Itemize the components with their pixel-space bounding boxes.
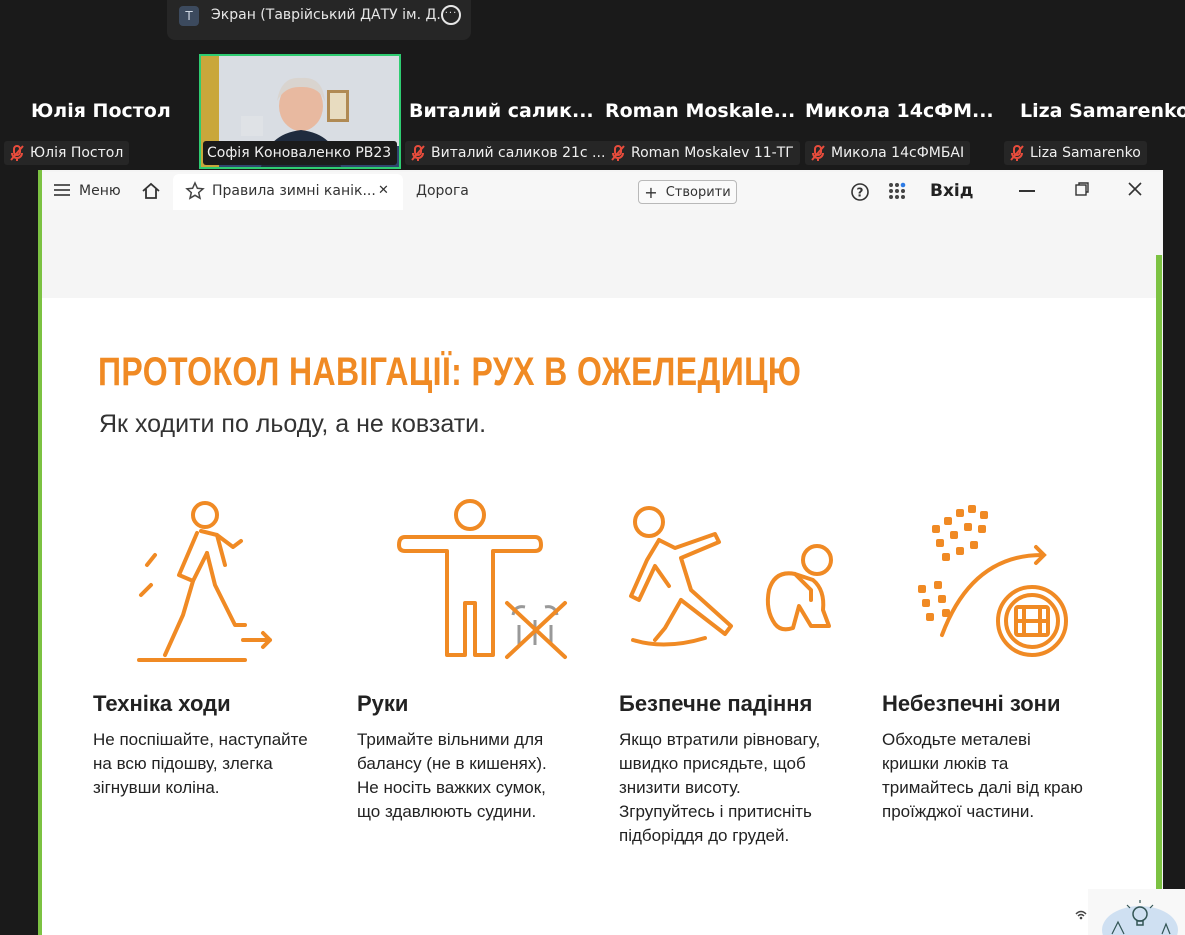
- column-title: Безпечне падіння: [619, 691, 813, 716]
- column-text: Обходьте металеві кришки люків та тримай…: [882, 728, 1083, 824]
- text-line: на всю підошву, злегка: [93, 754, 273, 773]
- green-accent-bar: [1156, 255, 1162, 935]
- tab-doroha[interactable]: Дорога: [416, 183, 469, 199]
- tab-close-icon[interactable]: ✕: [378, 183, 389, 198]
- participant-name-4: Roman Moskale...: [605, 100, 796, 122]
- participant-tag-1: Юлія Постол: [4, 141, 130, 165]
- mic-muted-icon: [411, 145, 425, 161]
- create-label: Створити: [665, 184, 731, 200]
- home-icon[interactable]: [140, 180, 162, 206]
- slide-title: ПРОТОКОЛ НАВІГАЦІЇ: РУХ В ОЖЕЛЕДИЦЮ: [98, 350, 802, 394]
- arms-out-person-icon: [397, 499, 567, 659]
- mic-muted-icon: [611, 145, 625, 161]
- wifi-icon: [1075, 910, 1087, 920]
- lightbulb-logo-icon: [1102, 900, 1178, 935]
- participant-name-6: Liza Samarenko: [1020, 100, 1185, 122]
- text-line: проїжджої частини.: [882, 802, 1035, 821]
- more-options-icon[interactable]: ···: [441, 5, 461, 25]
- participant-tag-5: Микола 14сФМБАІ: [805, 141, 971, 165]
- share-title: Экран (Таврійський ДАТУ ім. Д.: [211, 7, 441, 23]
- participant-tag-2: Софія Коноваленко РВ23: [203, 141, 398, 165]
- text-line: зігнувши коліна.: [93, 778, 220, 797]
- column-text: Якщо втратили рівновагу, швидко присядьт…: [619, 728, 820, 848]
- star-icon[interactable]: [185, 181, 205, 205]
- text-line: балансу (не в кишенях).: [357, 754, 547, 773]
- falling-and-crouching-icon: [629, 506, 833, 647]
- participant-tag-6: Liza Samarenko: [1004, 141, 1147, 165]
- text-line: Не поспішайте, наступайте: [93, 730, 308, 749]
- participant-tag-label: Микола 14сФМБАІ: [831, 145, 965, 161]
- participant-tag-label: Roman Moskalev 11-ТГ: [631, 145, 794, 161]
- slide-subtitle: Як ходити по льоду, а не ковзати.: [99, 410, 487, 438]
- apps-grid-icon[interactable]: [887, 181, 907, 205]
- participant-tag-label: Liza Samarenko: [1030, 145, 1141, 161]
- text-line: Тримайте вільними для: [357, 730, 544, 749]
- text-line: Не носіть важких сумок,: [357, 778, 546, 797]
- close-window-icon[interactable]: [1127, 181, 1143, 201]
- text-line: швидко присядьте, щоб: [619, 754, 806, 773]
- mic-muted-icon: [811, 145, 825, 161]
- walking-person-icon: [137, 501, 272, 662]
- text-line: Обходьте металеві: [882, 730, 1031, 749]
- text-line: Якщо втратили рівновагу,: [619, 730, 821, 749]
- participant-tag-label: Виталий саликов 21с ...: [431, 145, 606, 161]
- slide-header-band: [42, 210, 1162, 298]
- create-button[interactable]: + Створити: [638, 180, 737, 204]
- menu-icon[interactable]: [53, 182, 73, 198]
- tab-active-label: Правила зимні канік...: [212, 183, 376, 199]
- participant-tag-label: Софія Коноваленко РВ23: [207, 145, 392, 161]
- column-title: Небезпечні зони: [882, 691, 1061, 716]
- text-line: кришки люків та: [882, 754, 1009, 773]
- text-line: знизити висоту.: [619, 778, 741, 797]
- login-button[interactable]: Вхід: [930, 181, 973, 201]
- mic-muted-icon: [10, 145, 24, 161]
- column-title: Техніка ходи: [93, 691, 231, 716]
- text-line: тримайтесь далі від краю: [882, 778, 1083, 797]
- participant-name-5: Микола 14сФМ...: [805, 100, 994, 122]
- share-badge: T: [179, 6, 199, 26]
- help-icon[interactable]: ?: [850, 182, 870, 206]
- menu-label[interactable]: Меню: [79, 183, 121, 199]
- text-line: підборіддя до грудей.: [619, 826, 790, 845]
- column-text: Тримайте вільними для балансу (не в кише…: [357, 728, 547, 824]
- minimize-icon[interactable]: [1019, 190, 1035, 192]
- text-line: що здавлюють судини.: [357, 802, 537, 821]
- manhole-and-footprint-icon: [918, 505, 1068, 657]
- column-text: Не поспішайте, наступайте на всю підошву…: [93, 728, 308, 800]
- svg-text:?: ?: [857, 186, 864, 200]
- plus-icon: +: [644, 182, 658, 202]
- participant-tag-label: Юлія Постол: [30, 145, 124, 161]
- participant-name-3: Виталий салик...: [409, 100, 594, 122]
- column-title: Руки: [357, 691, 409, 716]
- participant-tag-4: Roman Moskalev 11-ТГ: [605, 141, 800, 165]
- participant-name-1: Юлія Постол: [31, 100, 171, 122]
- mic-muted-icon: [1010, 145, 1024, 161]
- restore-icon[interactable]: [1074, 181, 1090, 201]
- participant-tag-3: Виталий саликов 21с ...: [405, 141, 612, 165]
- text-line: Згрупуйтесь і притисніть: [619, 802, 812, 821]
